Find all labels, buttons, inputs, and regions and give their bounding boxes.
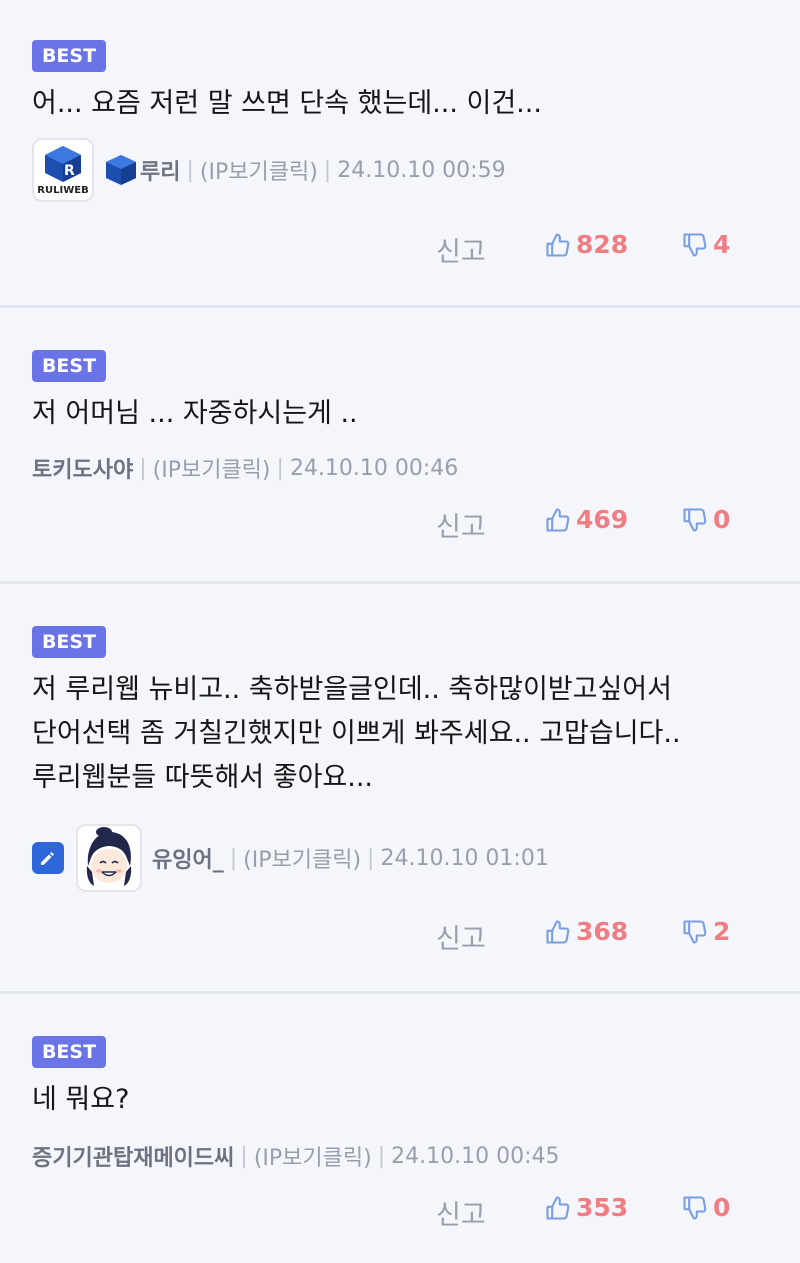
report-button[interactable]: 신고 [436,230,486,269]
comment-meta: 토키도사야 | (IP보기클릭) | 24.10.10 00:46 [32,452,458,484]
meta-separator: | [323,157,332,183]
thumbs-up-icon [546,919,570,944]
meta-separator: | [229,845,238,871]
report-button[interactable]: 신고 [436,917,486,956]
thumbs-up-icon [546,507,570,532]
meta-separator: | [240,1143,248,1169]
avatar-logo-text: RULIWEB [37,184,89,196]
comment-meta: 증기기관탑재메이드씨 | (IP보기클릭) | 24.10.10 00:45 [32,1140,560,1172]
svg-text:R: R [64,163,75,179]
dislike-count: 4 [713,230,731,259]
best-badge: BEST [32,1036,106,1068]
comment-meta: 유잉어_ | (IP보기클릭) | 24.10.10 01:01 [32,824,549,892]
ip-view-link[interactable]: (IP보기클릭) [200,154,318,186]
comment-line: 루리웹분들 따뜻해서 좋아요... [32,762,373,793]
comment-line: 어... 요즘 저런 말 쓰면 단속 했는데... 이건... [32,88,542,119]
meta-separator: | [367,845,375,871]
comment-actions: 신고 828 4 [0,230,800,270]
comment-text: 저 어머님 ... 자중하시는게 .. [32,392,780,436]
dislike-count: 2 [713,917,731,946]
timestamp: 24.10.10 00:46 [289,455,459,481]
best-badge: BEST [32,626,106,658]
timestamp: 24.10.10 01:01 [380,845,549,871]
meta-separator: | [276,455,284,481]
like-button[interactable]: 368 [544,917,628,946]
nickname[interactable]: 유잉어_ [152,842,224,874]
edit-pencil-icon [32,842,64,874]
comment-line: 단어선택 좀 거칠긴했지만 이쁘게 봐주세요.. 고맙습니다.. [32,718,681,749]
best-badge: BEST [32,350,106,382]
comment-text: 어... 요즘 저런 말 쓰면 단속 했는데... 이건... [32,82,780,126]
like-count: 368 [576,917,629,946]
report-button[interactable]: 신고 [436,1193,486,1232]
ruliweb-cube-icon [106,155,136,185]
best-badge: BEST [32,40,106,72]
thumbs-down-icon [683,232,707,257]
comment-text: 네 뭐요? [32,1078,780,1122]
thumbs-down-icon [683,1195,707,1220]
comment-item: BEST 어... 요즘 저런 말 쓰면 단속 했는데... 이건... R R… [0,0,800,308]
like-count: 353 [576,1193,629,1222]
comment-actions: 신고 353 0 [0,1193,800,1233]
like-button[interactable]: 828 [544,230,628,259]
comment-actions: 신고 368 2 [0,917,800,957]
meta-separator: | [377,1143,386,1169]
like-button[interactable]: 469 [544,505,628,534]
ip-view-link[interactable]: (IP보기클릭) [153,452,271,484]
avatar[interactable] [76,824,142,892]
thumbs-up-icon [546,232,570,257]
thumbs-up-icon [546,1195,570,1220]
report-button[interactable]: 신고 [436,505,486,544]
ip-view-link[interactable]: (IP보기클릭) [243,842,361,874]
like-count: 469 [576,505,629,534]
character-face-icon [78,826,140,890]
comment-line: 저 어머님 ... 자중하시는게 .. [32,398,358,429]
like-button[interactable]: 353 [544,1193,628,1222]
timestamp: 24.10.10 00:45 [391,1143,560,1169]
nickname[interactable]: 루리 [140,154,180,186]
dislike-button[interactable]: 2 [681,917,730,946]
comment-item: BEST 네 뭐요? 증기기관탑재메이드씨 | (IP보기클릭) | 24.10… [0,994,800,1263]
comment-actions: 신고 469 0 [0,505,800,545]
comment-item: BEST 저 어머님 ... 자중하시는게 .. 토키도사야 | (IP보기클릭… [0,308,800,584]
dislike-count: 0 [713,505,731,534]
meta-separator: | [186,157,194,183]
thumbs-down-icon [683,919,707,944]
dislike-count: 0 [713,1193,731,1222]
avatar[interactable]: R RULIWEB [32,138,94,202]
dislike-button[interactable]: 4 [681,230,730,259]
comment-line: 네 뭐요? [32,1084,130,1115]
dislike-button[interactable]: 0 [681,505,730,534]
dislike-button[interactable]: 0 [681,1193,730,1222]
nickname[interactable]: 토키도사야 [32,452,133,484]
comment-item: BEST 저 루리웹 뉴비고.. 축하받을글인데.. 축하많이받고싶어서 단어선… [0,584,800,994]
comment-meta: R RULIWEB 루리 | (IP보기클릭) | 24.10.10 00:59 [32,138,506,202]
comment-line: 저 루리웹 뉴비고.. 축하받을글인데.. 축하많이받고싶어서 [32,674,672,705]
meta-separator: | [139,455,147,481]
timestamp: 24.10.10 00:59 [337,157,506,183]
comment-text: 저 루리웹 뉴비고.. 축하받을글인데.. 축하많이받고싶어서 단어선택 좀 거… [32,668,780,800]
nickname[interactable]: 증기기관탑재메이드씨 [32,1140,234,1172]
like-count: 828 [576,230,629,259]
thumbs-down-icon [683,507,707,532]
ip-view-link[interactable]: (IP보기클릭) [254,1140,372,1172]
ruliweb-logo-icon: R [45,145,81,182]
